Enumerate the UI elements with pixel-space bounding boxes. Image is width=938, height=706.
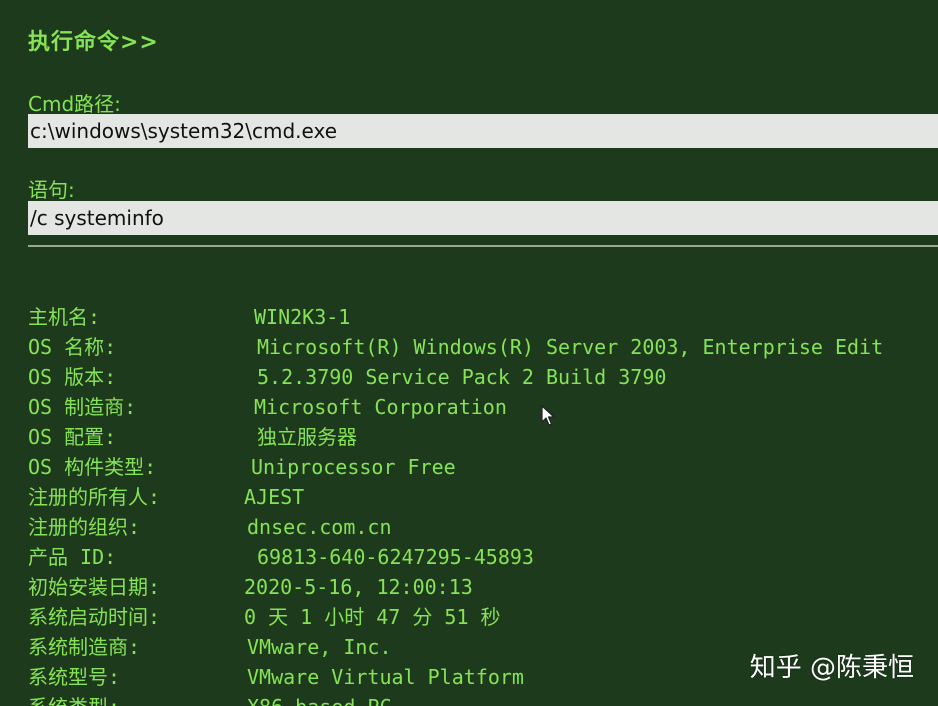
output-value: dnsec.com.cn bbox=[247, 515, 392, 539]
output-value: WIN2K3-1 bbox=[254, 305, 351, 329]
output-value: 5.2.3790 Service Pack 2 Build 3790 bbox=[257, 365, 667, 389]
output-key: OS 构件类型: bbox=[28, 455, 157, 479]
output-key: 主机名: bbox=[28, 305, 101, 329]
statement-input[interactable]: /c systeminfo bbox=[28, 201, 938, 235]
output-key: 初始安装日期: bbox=[28, 575, 161, 599]
output-value: Uniprocessor Free bbox=[251, 455, 456, 479]
output-row: 初始安装日期: 2020-5-16, 12:00:13 bbox=[28, 572, 938, 602]
output-key: 注册的所有人: bbox=[28, 485, 161, 509]
output-value: 0 天 1 小时 47 分 51 秒 bbox=[244, 605, 501, 629]
output-key: 系统类型: bbox=[28, 692, 120, 706]
page-title: 执行命令>> bbox=[28, 30, 159, 55]
output-row: 注册的所有人: AJEST bbox=[28, 482, 938, 512]
statement-label: 语句: bbox=[28, 178, 75, 202]
output-key: 系统制造商: bbox=[28, 635, 141, 659]
output-value: X86-based PC bbox=[247, 692, 392, 706]
output-key: OS 制造商: bbox=[28, 395, 137, 419]
webshell-page: 执行命令>> Cmd路径: c:\windows\system32\cmd.ex… bbox=[0, 0, 938, 706]
divider bbox=[28, 245, 938, 247]
output-row: OS 版本: 5.2.3790 Service Pack 2 Build 3790 bbox=[28, 362, 938, 392]
mouse-cursor-icon bbox=[541, 405, 555, 426]
output-key: 系统启动时间: bbox=[28, 605, 161, 629]
cmd-path-input[interactable]: c:\windows\system32\cmd.exe bbox=[28, 114, 938, 148]
cmd-path-label: Cmd路径: bbox=[28, 92, 121, 116]
output-value: VMware, Inc. bbox=[247, 635, 392, 659]
output-key: 产品 ID: bbox=[28, 545, 117, 569]
output-value: 2020-5-16, 12:00:13 bbox=[244, 575, 473, 599]
output-key: 注册的组织: bbox=[28, 515, 141, 539]
command-output: 主机名: WIN2K3-1 OS 名称: Microsoft(R) Windows(… bbox=[28, 302, 938, 706]
output-value: 69813-640-6247295-45893 bbox=[257, 545, 534, 569]
output-row: 系统类型: X86-based PC bbox=[28, 692, 938, 706]
output-value: Microsoft(R) Windows(R) Server 2003, Ent… bbox=[257, 335, 884, 359]
output-key: 系统型号: bbox=[28, 665, 121, 689]
output-row: OS 名称: Microsoft(R) Windows(R) Server 200… bbox=[28, 332, 938, 362]
output-row: 系统启动时间: 0 天 1 小时 47 分 51 秒 bbox=[28, 602, 938, 632]
watermark: 知乎 @陈秉恒 bbox=[749, 653, 914, 683]
output-key: OS 配置: bbox=[28, 425, 117, 449]
output-row: OS 配置: 独立服务器 bbox=[28, 422, 938, 452]
output-row: OS 制造商: Microsoft Corporation bbox=[28, 392, 938, 422]
output-value: AJEST bbox=[244, 485, 305, 509]
output-value: Microsoft Corporation bbox=[254, 395, 507, 419]
output-value: VMware Virtual Platform bbox=[247, 665, 524, 689]
output-value: 独立服务器 bbox=[257, 425, 357, 449]
output-row: OS 构件类型: Uniprocessor Free bbox=[28, 452, 938, 482]
output-key: OS 版本: bbox=[28, 365, 117, 389]
output-row: 产品 ID: 69813-640-6247295-45893 bbox=[28, 542, 938, 572]
output-key: OS 名称: bbox=[28, 335, 117, 359]
output-row: 主机名: WIN2K3-1 bbox=[28, 302, 938, 332]
output-row: 注册的组织: dnsec.com.cn bbox=[28, 512, 938, 542]
